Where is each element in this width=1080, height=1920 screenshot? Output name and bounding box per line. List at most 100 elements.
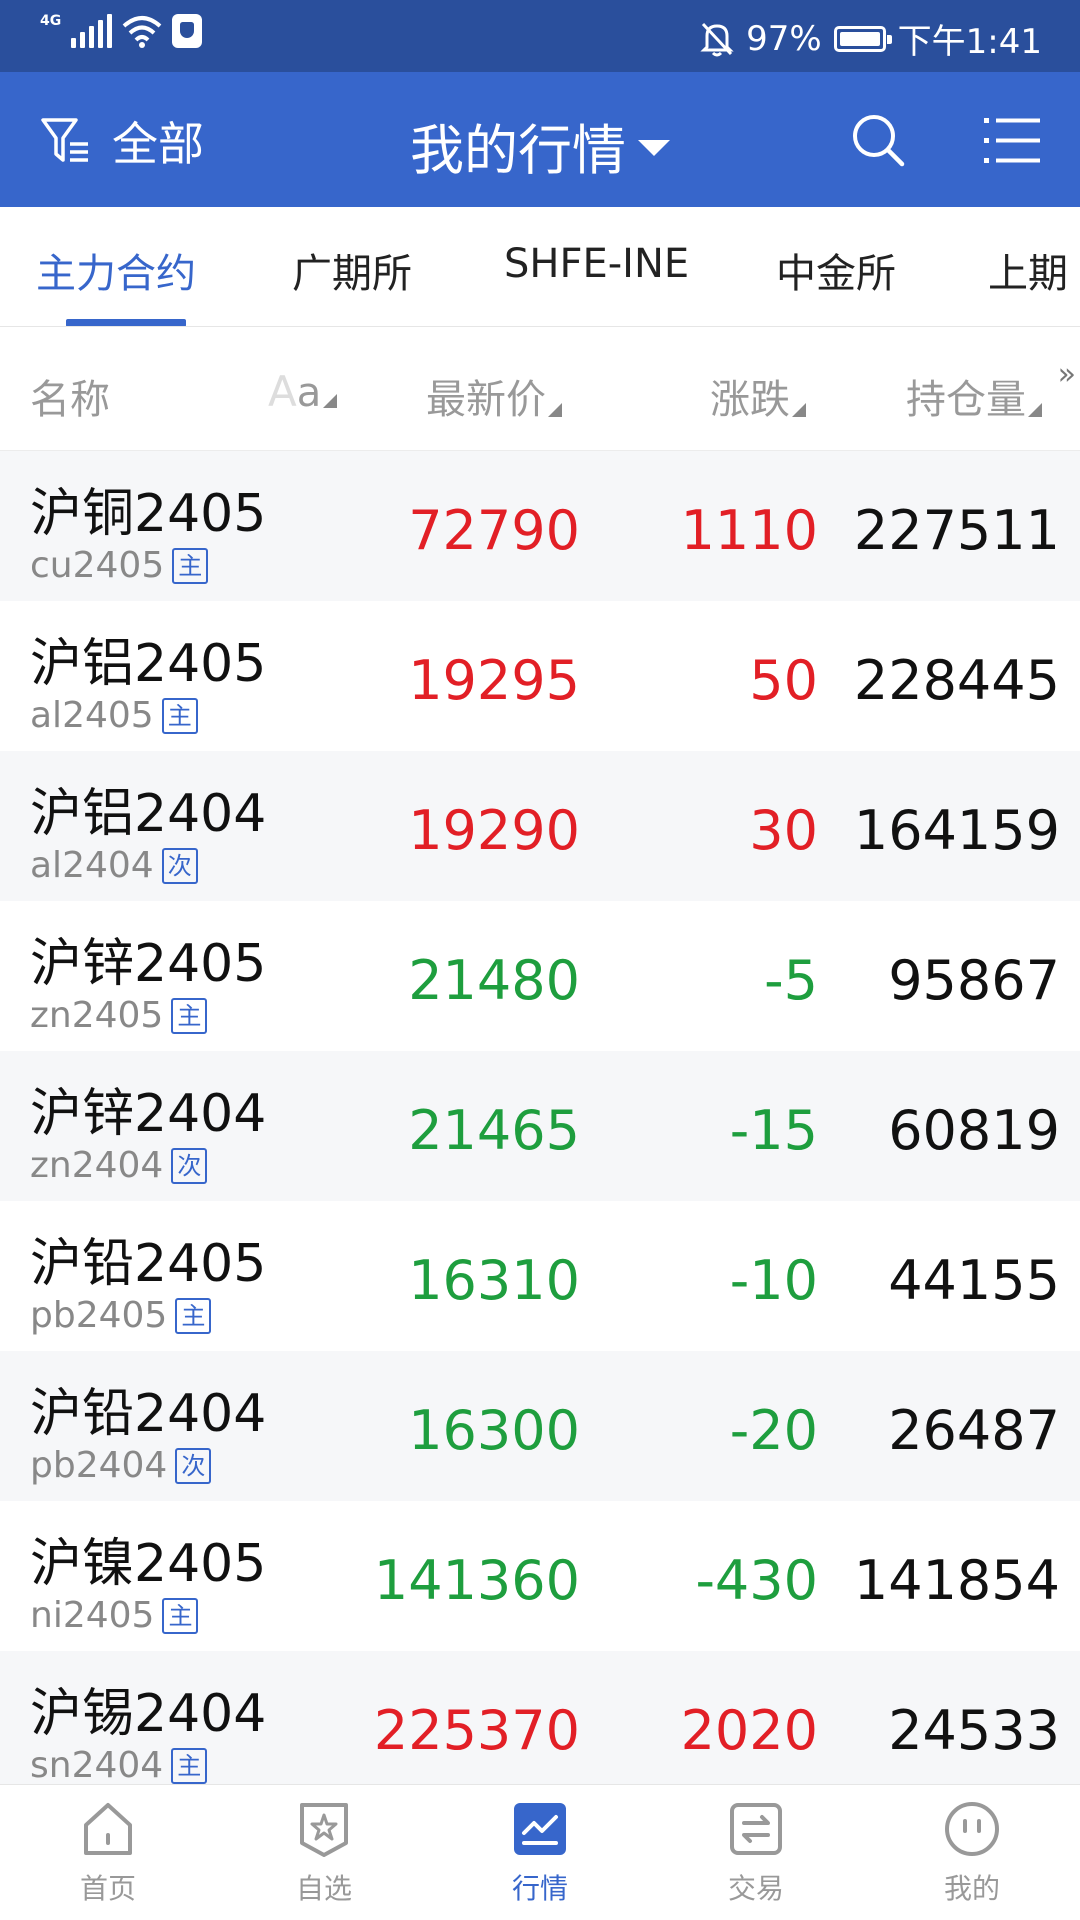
quote-list: 沪铜2405 cu2405 主 72790 1110 227511 沪铝2405 … (0, 451, 1080, 1801)
battery-icon (833, 25, 892, 52)
column-price-sort[interactable]: 最新价 (426, 367, 562, 425)
nav-profile-label: 我的 (943, 1872, 1000, 1905)
contract-tag: 主 (171, 1747, 208, 1784)
sort-icon (548, 403, 562, 417)
contract-code-group: al2405 主 (30, 695, 198, 736)
contract-code: zn2405 (30, 995, 164, 1036)
contract-tag: 主 (161, 697, 198, 734)
contract-name: 沪铝2405 (30, 634, 267, 694)
contract-name: 沪铅2405 (30, 1234, 267, 1294)
nav-profile[interactable]: 我的 (902, 1799, 1042, 1907)
contract-code: cu2405 (30, 545, 165, 586)
contract-tag: 主 (172, 547, 209, 584)
sort-icon (792, 403, 806, 417)
nav-trade-label: 交易 (727, 1872, 784, 1905)
column-change-sort[interactable]: 涨跌 (710, 367, 806, 425)
chart-icon (514, 1803, 566, 1855)
latest-price: 225370 (373, 1699, 580, 1762)
exchange-tabs: 主力合约 广期所 SHFE-INE 中金所 上期 (0, 207, 1080, 327)
contract-code: sn2404 (30, 1745, 164, 1786)
open-interest: 44155 (888, 1249, 1060, 1312)
tab-main-contracts[interactable]: 主力合约 (36, 241, 196, 299)
price-change: 1110 (680, 499, 818, 562)
contract-name: 沪铝2404 (30, 784, 267, 844)
quote-row[interactable]: 沪锌2404 zn2404 次 21465 -15 60819 (0, 1051, 1080, 1201)
tab-shfe-ine[interactable]: SHFE-INE (504, 241, 689, 287)
font-size-toggle[interactable]: Aa (268, 367, 338, 416)
nav-watchlist-label: 自选 (295, 1872, 352, 1905)
contract-code-group: sn2404 主 (30, 1745, 208, 1786)
contract-tag: 次 (175, 1447, 212, 1484)
quote-row[interactable]: 沪锡2404 sn2404 主 225370 2020 24533 (0, 1651, 1080, 1801)
price-change: -20 (729, 1399, 818, 1462)
signal-icon (71, 14, 113, 48)
quote-row[interactable]: 沪铅2405 pb2405 主 16310 -10 44155 (0, 1201, 1080, 1351)
quote-row[interactable]: 沪铜2405 cu2405 主 72790 1110 227511 (0, 451, 1080, 601)
quote-row[interactable]: 沪铝2405 al2405 主 19295 50 228445 (0, 601, 1080, 751)
more-columns-icon[interactable]: » (1058, 357, 1076, 392)
contract-name: 沪锌2404 (30, 1084, 267, 1144)
price-change: -15 (729, 1099, 818, 1162)
tab-gfex[interactable]: 广期所 (292, 241, 412, 299)
column-open-interest: 持仓量 (906, 377, 1026, 423)
latest-price: 19290 (408, 799, 580, 862)
quote-row[interactable]: 沪镍2405 ni2405 主 141360 -430 141854 (0, 1501, 1080, 1651)
nav-home-label: 首页 (79, 1872, 136, 1905)
price-change: 30 (749, 799, 818, 862)
tab-cffex[interactable]: 中金所 (776, 241, 896, 299)
search-icon[interactable] (850, 112, 906, 168)
contract-code: pb2404 (30, 1445, 168, 1486)
price-change: -430 (695, 1549, 818, 1612)
column-open-interest-sort[interactable]: 持仓量 (906, 367, 1042, 425)
contract-name: 沪镍2405 (30, 1534, 267, 1594)
latest-price: 21480 (408, 949, 580, 1012)
open-interest: 24533 (888, 1699, 1060, 1762)
open-interest: 227511 (853, 499, 1060, 562)
nav-quotes[interactable]: 行情 (470, 1799, 610, 1907)
bottom-nav: 首页 自选 行情 交易 我的 (0, 1784, 1080, 1920)
network-type: 4G (40, 13, 62, 29)
column-change: 涨跌 (710, 377, 790, 423)
contract-code-group: pb2405 主 (30, 1295, 212, 1336)
open-interest: 95867 (888, 949, 1060, 1012)
face-icon (945, 1802, 999, 1856)
contract-code: al2405 (30, 695, 154, 736)
font-size-small: a (296, 370, 322, 416)
latest-price: 72790 (408, 499, 580, 562)
latest-price: 21465 (408, 1099, 580, 1162)
nav-watchlist[interactable]: 自选 (254, 1799, 394, 1907)
sort-icon (323, 394, 338, 408)
status-bar: 4G 97% 下午1:41 (0, 0, 1080, 72)
nav-home[interactable]: 首页 (38, 1799, 178, 1907)
contract-code: ni2405 (30, 1595, 155, 1636)
quote-row[interactable]: 沪铅2404 pb2404 次 16300 -20 26487 (0, 1351, 1080, 1501)
mute-bell-icon (700, 22, 734, 56)
quote-row[interactable]: 沪铝2404 al2404 次 19290 30 164159 (0, 751, 1080, 901)
price-change: -5 (764, 949, 818, 1012)
contract-code-group: zn2405 主 (30, 995, 208, 1036)
nav-trade[interactable]: 交易 (686, 1799, 826, 1907)
contract-tag: 次 (171, 1147, 208, 1184)
contract-tag: 次 (161, 847, 198, 884)
menu-icon[interactable] (984, 116, 1040, 166)
page-title-dropdown[interactable]: 我的行情 (0, 106, 1080, 185)
clock: 下午1:41 (897, 22, 1042, 62)
contract-code: pb2405 (30, 1295, 168, 1336)
price-change: -10 (729, 1249, 818, 1312)
latest-price: 141360 (373, 1549, 580, 1612)
open-interest: 141854 (853, 1549, 1060, 1612)
quote-row[interactable]: 沪锌2405 zn2405 主 21480 -5 95867 (0, 901, 1080, 1051)
page-title: 我的行情 (410, 119, 626, 182)
open-interest: 26487 (888, 1399, 1060, 1462)
contract-name: 沪锌2405 (30, 934, 267, 994)
latest-price: 16310 (408, 1249, 580, 1312)
active-tab-indicator (66, 319, 186, 326)
contract-code: zn2404 (30, 1145, 164, 1186)
swap-icon (730, 1803, 782, 1855)
home-icon (84, 1803, 132, 1855)
price-change: 50 (749, 649, 818, 712)
contract-tag: 主 (175, 1297, 212, 1334)
contract-name: 沪铅2404 (30, 1384, 267, 1444)
contract-name: 沪铜2405 (30, 484, 267, 544)
tab-shanghai[interactable]: 上期 (988, 241, 1068, 299)
